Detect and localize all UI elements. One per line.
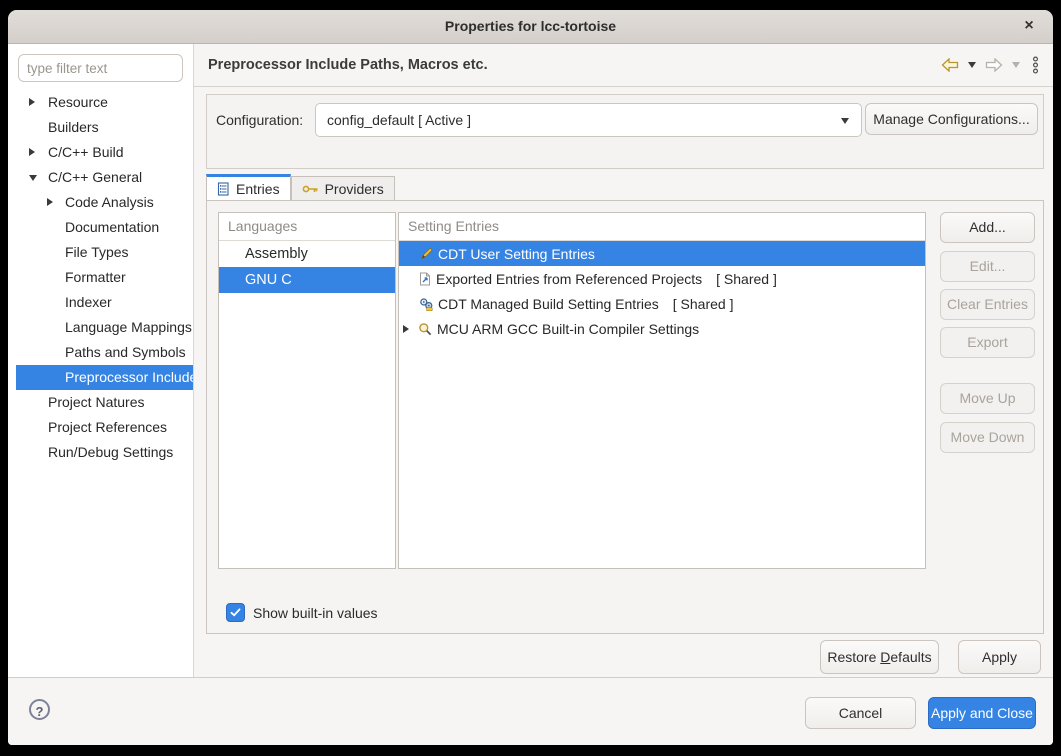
tab-entries-label: Entries bbox=[236, 181, 280, 197]
checkmark-icon bbox=[230, 608, 241, 617]
export-button[interactable]: Export bbox=[940, 327, 1035, 358]
clear-entries-button[interactable]: Clear Entries bbox=[940, 289, 1035, 320]
sidebar-item-builders[interactable]: Builders bbox=[8, 115, 193, 140]
entry-row-cdt-managed[interactable]: CDT Managed Build Setting Entries [ Shar… bbox=[399, 291, 925, 316]
entry-label: CDT Managed Build Setting Entries bbox=[438, 296, 659, 312]
entry-row-exported[interactable]: Exported Entries from Referenced Project… bbox=[399, 266, 925, 291]
chevron-down-icon bbox=[841, 118, 849, 124]
main-panel: Preprocessor Include Paths, Macros etc. … bbox=[194, 44, 1053, 677]
sidebar-item-preprocessor-include[interactable]: Preprocessor Include Paths, Macros etc. bbox=[16, 365, 193, 390]
page-title: Preprocessor Include Paths, Macros etc. bbox=[208, 44, 488, 86]
show-builtin-row[interactable]: Show built-in values bbox=[226, 603, 378, 622]
sidebar-item-documentation[interactable]: Documentation bbox=[8, 215, 193, 240]
show-builtin-label: Show built-in values bbox=[253, 605, 378, 621]
back-arrow-icon[interactable] bbox=[941, 58, 959, 72]
help-icon[interactable]: ? bbox=[29, 699, 50, 720]
entry-shared-badge: [ Shared ] bbox=[673, 296, 734, 312]
window-title: Properties for lcc-tortoise bbox=[8, 10, 1053, 43]
back-dropdown-icon[interactable] bbox=[968, 62, 976, 68]
manage-configurations-button[interactable]: Manage Configurations... bbox=[865, 103, 1038, 135]
pencil-icon bbox=[419, 247, 433, 261]
add-button[interactable]: Add... bbox=[940, 212, 1035, 243]
properties-dialog: Properties for lcc-tortoise × Resource B… bbox=[8, 10, 1053, 745]
sidebar-item-language-mappings[interactable]: Language Mappings bbox=[8, 315, 193, 340]
show-builtin-checkbox[interactable] bbox=[226, 603, 245, 622]
filter-input[interactable] bbox=[18, 54, 183, 82]
properties-tree: Resource Builders C/C++ Build C/C++ Gene… bbox=[8, 90, 193, 465]
expander-icon[interactable] bbox=[29, 175, 37, 181]
dialog-footer: ? Cancel Apply and Close bbox=[8, 677, 1053, 745]
sidebar-item-cpp-build[interactable]: C/C++ Build bbox=[8, 140, 193, 165]
screen: Properties for lcc-tortoise × Resource B… bbox=[0, 0, 1061, 756]
forward-dropdown-icon[interactable] bbox=[1012, 62, 1020, 68]
sidebar-item-run-debug-settings[interactable]: Run/Debug Settings bbox=[8, 440, 193, 465]
expander-icon[interactable] bbox=[47, 198, 53, 206]
entry-row-cdt-user[interactable]: CDT User Setting Entries bbox=[399, 241, 925, 266]
expander-icon[interactable] bbox=[403, 325, 409, 333]
sidebar-item-indexer[interactable]: Indexer bbox=[8, 290, 193, 315]
configuration-value: config_default [ Active ] bbox=[327, 104, 471, 136]
entry-label: MCU ARM GCC Built-in Compiler Settings bbox=[437, 321, 699, 337]
tab-providers[interactable]: Providers bbox=[291, 176, 395, 201]
view-menu-icon[interactable] bbox=[1032, 56, 1039, 74]
tab-providers-label: Providers bbox=[325, 181, 384, 197]
move-up-button[interactable]: Move Up bbox=[940, 383, 1035, 414]
forward-arrow-icon[interactable] bbox=[985, 58, 1003, 72]
entry-row-mcu-arm-gcc[interactable]: MCU ARM GCC Built-in Compiler Settings bbox=[399, 316, 925, 341]
properties-sidebar: Resource Builders C/C++ Build C/C++ Gene… bbox=[8, 44, 194, 677]
tab-entries[interactable]: Entries bbox=[206, 174, 291, 201]
restore-defaults-button[interactable]: Restore Defaults bbox=[820, 640, 939, 674]
sidebar-item-project-references[interactable]: Project References bbox=[8, 415, 193, 440]
magnifier-key-icon bbox=[418, 322, 432, 336]
configuration-select[interactable]: config_default [ Active ] bbox=[315, 103, 862, 137]
history-nav bbox=[941, 44, 1039, 86]
entry-label: Exported Entries from Referenced Project… bbox=[436, 271, 702, 287]
sidebar-item-formatter[interactable]: Formatter bbox=[8, 265, 193, 290]
gears-icon bbox=[419, 297, 433, 311]
apply-and-close-button[interactable]: Apply and Close bbox=[928, 697, 1036, 729]
expander-icon[interactable] bbox=[29, 98, 35, 106]
apply-button[interactable]: Apply bbox=[958, 640, 1041, 674]
language-row-gnu-c[interactable]: GNU C bbox=[219, 267, 395, 293]
move-down-button[interactable]: Move Down bbox=[940, 422, 1035, 453]
edit-button[interactable]: Edit... bbox=[940, 251, 1035, 282]
setting-entries-header: Setting Entries bbox=[399, 213, 925, 241]
languages-header: Languages bbox=[219, 213, 395, 241]
sidebar-item-paths-and-symbols[interactable]: Paths and Symbols bbox=[8, 340, 193, 365]
languages-list: Languages Assembly GNU C bbox=[218, 212, 396, 569]
export-document-icon bbox=[419, 272, 431, 286]
close-icon[interactable]: × bbox=[1018, 10, 1040, 43]
configuration-label: Configuration: bbox=[216, 104, 303, 136]
entries-list-icon bbox=[217, 182, 230, 196]
cancel-button[interactable]: Cancel bbox=[805, 697, 916, 729]
sidebar-item-cpp-general[interactable]: C/C++ General bbox=[8, 165, 193, 190]
entry-shared-badge: [ Shared ] bbox=[716, 271, 777, 287]
sidebar-item-resource[interactable]: Resource bbox=[8, 90, 193, 115]
sidebar-item-file-types[interactable]: File Types bbox=[8, 240, 193, 265]
entry-label: CDT User Setting Entries bbox=[438, 246, 595, 262]
configuration-group: Configuration: config_default [ Active ]… bbox=[206, 94, 1044, 169]
tab-bar: Entries Providers bbox=[206, 174, 395, 201]
setting-entries-list: Setting Entries CDT User Setting Entries… bbox=[398, 212, 926, 569]
key-icon bbox=[302, 184, 319, 194]
page-header: Preprocessor Include Paths, Macros etc. bbox=[194, 44, 1053, 87]
expander-icon[interactable] bbox=[29, 148, 35, 156]
entries-tab-content: Languages Assembly GNU C Setting Entries… bbox=[206, 200, 1044, 634]
language-row-assembly[interactable]: Assembly bbox=[219, 241, 395, 267]
sidebar-item-code-analysis[interactable]: Code Analysis bbox=[8, 190, 193, 215]
sidebar-item-project-natures[interactable]: Project Natures bbox=[8, 390, 193, 415]
titlebar[interactable]: Properties for lcc-tortoise × bbox=[8, 10, 1053, 44]
